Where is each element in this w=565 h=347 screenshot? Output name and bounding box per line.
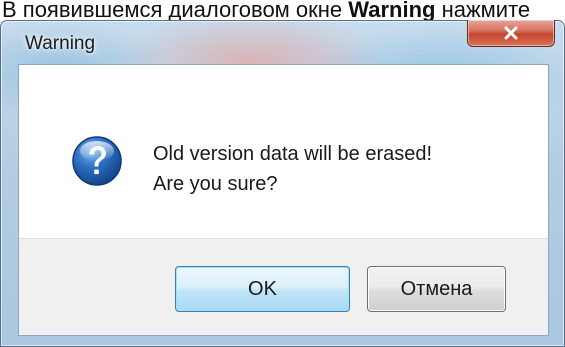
button-bar: OK Отмена — [19, 238, 548, 335]
cancel-button[interactable]: Отмена — [367, 266, 506, 312]
question-icon — [72, 136, 122, 186]
doc-text-before: В появившемся диалоговом окне — [2, 0, 349, 22]
warning-dialog: Warning Old version data will be erased!… — [0, 20, 565, 347]
doc-text-after: нажмите — [435, 0, 531, 22]
title-bar[interactable]: Warning — [1, 20, 564, 63]
close-icon — [504, 26, 518, 40]
dialog-content: Old version data will be erased! Are you… — [18, 64, 549, 336]
close-button[interactable] — [467, 20, 555, 47]
window-title: Warning — [25, 33, 96, 54]
message-line-2: Are you sure? — [153, 173, 278, 195]
ok-button[interactable]: OK — [175, 266, 350, 312]
message-line-1: Old version data will be erased! — [153, 143, 433, 165]
doc-text-bold: Warning — [348, 0, 436, 22]
message-text: Old version data will be erased! Are you… — [153, 139, 432, 199]
message-area: Old version data will be erased! Are you… — [19, 65, 548, 238]
